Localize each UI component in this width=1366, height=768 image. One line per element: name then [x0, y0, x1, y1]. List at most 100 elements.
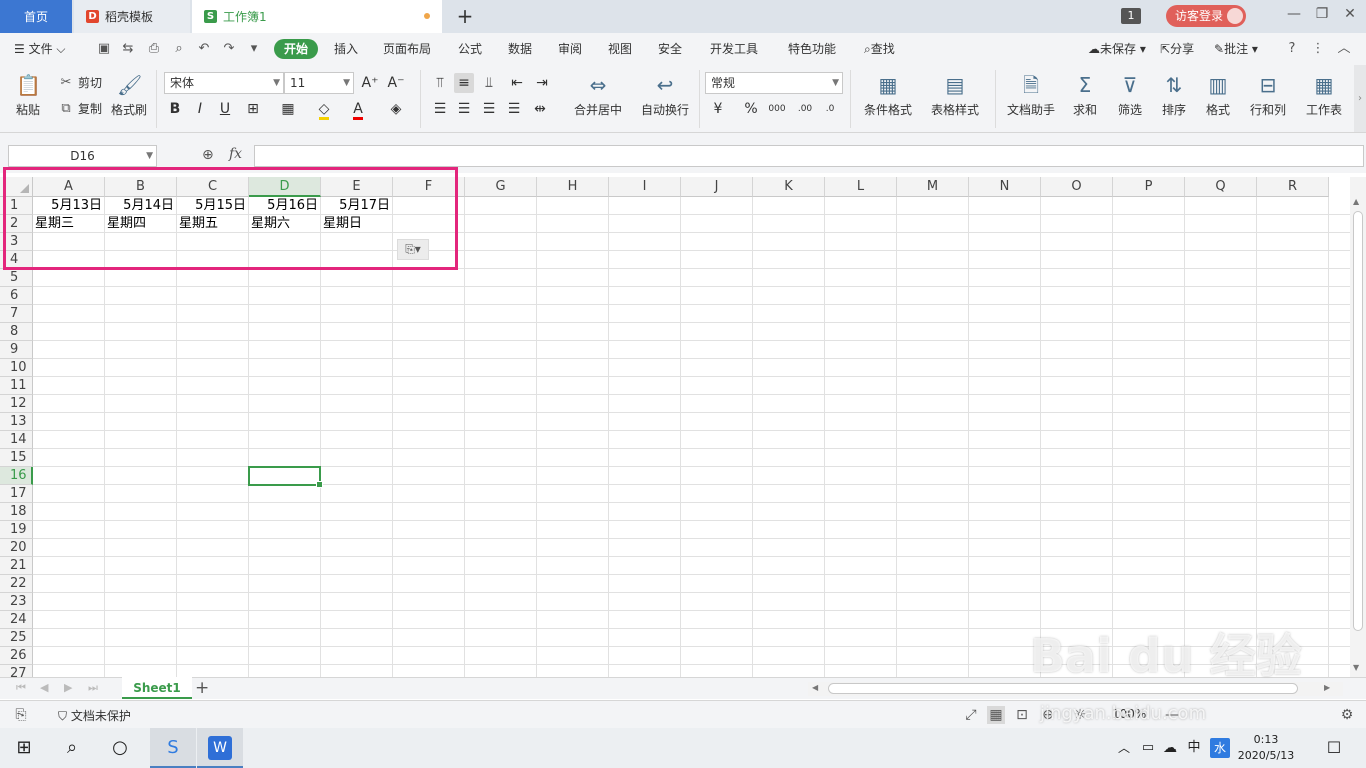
close-button[interactable]: ✕ — [1340, 6, 1360, 22]
taskbar-search-icon[interactable]: ⌕ — [60, 736, 84, 760]
row-header[interactable]: 6 — [0, 287, 33, 305]
cloud-save-button[interactable]: ☁未保存 ▾ — [1088, 40, 1146, 57]
row-header[interactable]: 8 — [0, 323, 33, 341]
column-header[interactable]: P — [1113, 177, 1185, 197]
row-header[interactable]: 22 — [0, 575, 33, 593]
clear-format-icon[interactable]: ◈ — [386, 99, 406, 119]
comment-button[interactable]: ✎批注 ▾ — [1214, 40, 1258, 57]
next-sheet-icon[interactable]: ▶ — [64, 681, 72, 694]
conditional-format-button[interactable]: ▦ 条件格式 — [858, 73, 918, 118]
restore-button[interactable]: ❐ — [1312, 6, 1332, 22]
column-header[interactable]: O — [1041, 177, 1113, 197]
system-clock[interactable]: 0:13 2020/5/13 — [1236, 732, 1296, 764]
battery-icon[interactable]: ▭ — [1136, 736, 1160, 760]
column-header[interactable]: J — [681, 177, 753, 197]
number-format-select[interactable]: 常规 ▼ — [705, 72, 843, 94]
minimize-button[interactable]: — — [1284, 6, 1304, 22]
font-color-icon[interactable]: A — [348, 99, 368, 120]
row-header[interactable]: 10 — [0, 359, 33, 377]
row-header[interactable]: 5 — [0, 269, 33, 287]
share-button[interactable]: ⇱分享 — [1160, 40, 1194, 57]
wrap-text-button[interactable]: ↩ 自动换行 — [636, 73, 694, 118]
decrease-indent-icon[interactable]: ⇤ — [507, 73, 527, 93]
row-header[interactable]: 17 — [0, 485, 33, 503]
tray-expand-icon[interactable]: ︿ — [1112, 736, 1136, 760]
align-top-icon[interactable]: ⫪ — [430, 73, 450, 93]
settings-gear-icon[interactable]: ⚙ — [1338, 706, 1356, 724]
redo-icon[interactable]: ↷ — [221, 41, 237, 57]
row-header[interactable]: 21 — [0, 557, 33, 575]
align-bottom-icon[interactable]: ⫫ — [479, 73, 499, 93]
ime-indicator[interactable]: 中 — [1182, 736, 1206, 760]
column-header[interactable]: H — [537, 177, 609, 197]
normal-view-icon[interactable]: ▦ — [987, 706, 1005, 724]
row-header[interactable]: 12 — [0, 395, 33, 413]
menu-tab-review[interactable]: 审阅 — [558, 40, 582, 57]
scroll-down-icon[interactable]: ▼ — [1353, 663, 1359, 672]
menu-tab-special[interactable]: 特色功能 — [788, 40, 836, 57]
task-view-icon[interactable]: ○ — [108, 736, 132, 760]
row-header[interactable]: 27 — [0, 665, 33, 677]
row-header[interactable]: 9 — [0, 341, 33, 359]
align-center-icon[interactable]: ☰ — [454, 99, 474, 119]
row-col-button[interactable]: ⊟ 行和列 — [1244, 73, 1292, 118]
taskbar-wps-app[interactable]: W — [197, 728, 243, 768]
filter-button[interactable]: ⊽ 筛选 — [1111, 73, 1149, 118]
menu-tab-home[interactable]: 开始 — [274, 39, 318, 59]
prev-sheet-icon[interactable]: ◀ — [40, 681, 48, 694]
scroll-left-icon[interactable]: ◀ — [812, 683, 818, 692]
search-button[interactable]: ⌕查找 — [864, 40, 895, 57]
print-preview-icon[interactable]: ⌕ — [171, 41, 187, 57]
column-header[interactable]: R — [1257, 177, 1329, 197]
row-header[interactable]: 23 — [0, 593, 33, 611]
row-header[interactable]: 16 — [0, 467, 33, 485]
row-header[interactable]: 25 — [0, 629, 33, 647]
help-icon[interactable]: ? — [1284, 41, 1300, 57]
fullscreen-icon[interactable]: ⤢ — [962, 706, 980, 724]
row-header[interactable]: 19 — [0, 521, 33, 539]
justify-icon[interactable]: ☰ — [504, 99, 524, 119]
zoom-formula-icon[interactable]: ⊕ — [202, 147, 214, 163]
sheet-tab-sheet1[interactable]: Sheet1 — [122, 677, 192, 699]
file-menu[interactable]: ☰ 文件 ⌵ — [14, 40, 66, 57]
row-header[interactable]: 24 — [0, 611, 33, 629]
fill-pattern-icon[interactable]: ▦ — [278, 99, 298, 119]
row-header[interactable]: 20 — [0, 539, 33, 557]
row-header[interactable]: 15 — [0, 449, 33, 467]
cut-button[interactable]: ✂ 剪切 — [58, 74, 102, 91]
new-tab-button[interactable]: + — [455, 4, 475, 28]
column-header[interactable]: Q — [1185, 177, 1257, 197]
paste-button[interactable]: 📋 粘贴 — [10, 73, 46, 118]
increase-decimal-icon[interactable]: .00 — [795, 99, 815, 119]
format-button[interactable]: ▥ 格式 — [1199, 73, 1237, 118]
worksheet-button[interactable]: ▦ 工作表 — [1299, 73, 1349, 118]
border-icon[interactable]: ⊞ — [243, 99, 263, 119]
table-style-button[interactable]: ▤ 表格样式 — [925, 73, 985, 118]
row-header[interactable]: 18 — [0, 503, 33, 521]
quick-access-dropdown-icon[interactable]: ▾ — [246, 41, 262, 57]
currency-icon[interactable]: ¥ — [708, 99, 728, 119]
percent-icon[interactable]: % — [741, 99, 761, 119]
column-header[interactable]: N — [969, 177, 1041, 197]
font-size-select[interactable]: 11 ▼ — [284, 72, 354, 94]
menu-tab-security[interactable]: 安全 — [658, 40, 682, 57]
align-left-icon[interactable]: ☰ — [430, 99, 450, 119]
row-header[interactable]: 26 — [0, 647, 33, 665]
column-header[interactable]: L — [825, 177, 897, 197]
column-header[interactable]: K — [753, 177, 825, 197]
undo-icon[interactable]: ↶ — [196, 41, 212, 57]
vertical-scroll-thumb[interactable] — [1353, 211, 1363, 631]
column-header[interactable]: M — [897, 177, 969, 197]
scroll-right-icon[interactable]: ▶ — [1324, 683, 1330, 692]
menu-tab-view[interactable]: 视图 — [608, 40, 632, 57]
add-sheet-button[interactable]: + — [195, 678, 209, 698]
font-name-select[interactable]: 宋体 ▼ — [164, 72, 284, 94]
tab-home[interactable]: 首页 — [0, 0, 72, 33]
decrease-font-icon[interactable]: A⁻ — [386, 73, 406, 93]
bold-button[interactable]: B — [165, 99, 185, 119]
row-header[interactable]: 11 — [0, 377, 33, 395]
increase-font-icon[interactable]: A⁺ — [360, 73, 380, 93]
print-icon[interactable]: ⎙ — [146, 41, 162, 57]
menu-tab-developer[interactable]: 开发工具 — [710, 40, 758, 57]
eye-protect-icon[interactable]: ☼ — [1071, 706, 1089, 724]
